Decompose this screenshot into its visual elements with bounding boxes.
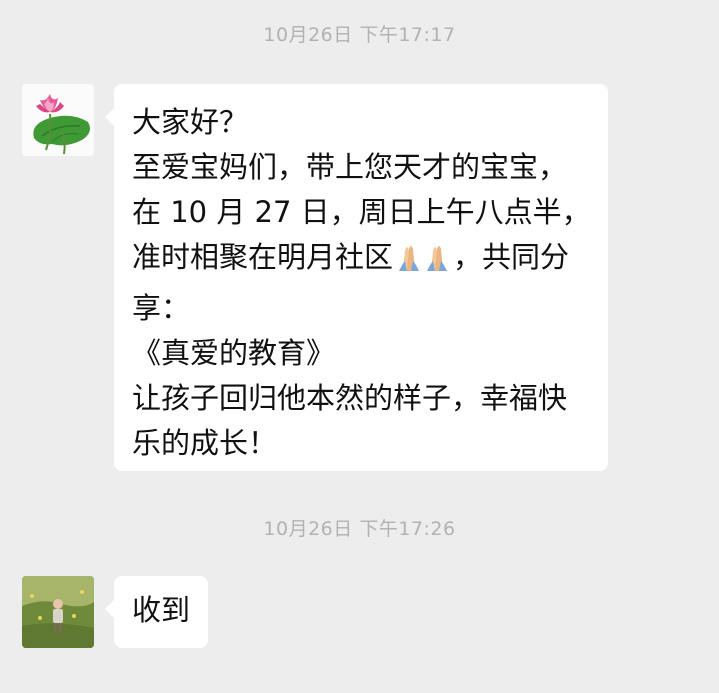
- folded-hands-icon: [395, 241, 451, 286]
- message-text: 收到: [132, 593, 191, 627]
- message-timestamp: 10月26日 下午17:17: [263, 24, 456, 46]
- lotus-flower-icon: [22, 84, 94, 156]
- child-photo-avatar: [22, 576, 94, 648]
- message-text-segment: 准时相聚在明月社区: [132, 240, 394, 274]
- message-text-line: 大家好？: [132, 105, 249, 139]
- message-timestamp: 10月26日 下午17:26: [263, 518, 456, 540]
- message-text-line: 准时相聚在明月社区 ，共同分: [132, 235, 590, 286]
- message-text-line: 至爱宝妈们，带上您天才的宝宝，: [132, 150, 568, 184]
- message-text-line: 乐的成长！: [132, 426, 278, 460]
- message-bubble[interactable]: 收到: [105, 576, 208, 648]
- message-text-segment: ，共同分: [453, 240, 570, 274]
- message-text-line: 享：: [132, 291, 191, 325]
- message-bubble[interactable]: 大家好？ 至爱宝妈们，带上您天才的宝宝， 在 10 月 27 日，周日上午八点半…: [105, 84, 608, 471]
- message-text-line: 在 10 月 27 日，周日上午八点半，: [132, 195, 591, 229]
- message-text-line: 让孩子回归他本然的样子，幸福快: [132, 381, 568, 415]
- sender-avatar[interactable]: [22, 576, 94, 648]
- sender-avatar[interactable]: [22, 84, 94, 156]
- message-text-line: 《真爱的教育》: [132, 336, 336, 370]
